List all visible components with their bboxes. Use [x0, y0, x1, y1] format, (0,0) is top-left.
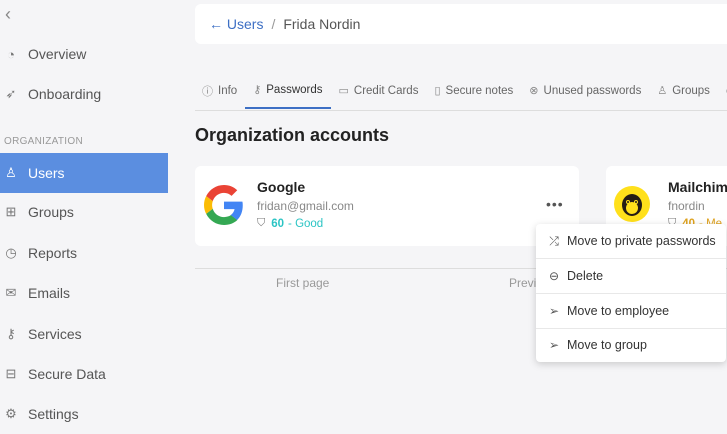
- account-card-google[interactable]: Google fridan@gmail.com ⛉ 60 - Good •••: [195, 166, 579, 246]
- mail-icon: ✉: [5, 285, 17, 300]
- sidebar-item-label: Onboarding: [28, 86, 102, 102]
- sidebar-item-label: Services: [28, 326, 82, 342]
- info-icon: ⓘ: [202, 85, 213, 98]
- tab-passwords[interactable]: ⚷ Passwords: [245, 72, 331, 109]
- menu-item-label: Move to employee: [567, 304, 670, 318]
- breadcrumb-separator: /: [271, 16, 276, 32]
- note-icon: ▯: [434, 85, 441, 97]
- sidebar-item-overview[interactable]: ◔ Overview: [0, 34, 168, 74]
- credit-card-icon: ▭: [338, 85, 349, 97]
- rocket-icon: ➶: [5, 86, 17, 101]
- menu-item-label: Move to private passwords: [567, 234, 716, 248]
- send-icon: ➢: [548, 338, 560, 352]
- menu-item-move-to-private[interactable]: ⤮ Move to private passwords: [536, 224, 726, 258]
- tab-secure-notes[interactable]: ▯ Secure notes: [426, 72, 521, 109]
- sidebar-item-users[interactable]: ♙ Users: [0, 153, 168, 193]
- breadcrumb-back-users[interactable]: ← Users: [209, 16, 263, 32]
- sidebar-item-services[interactable]: ⚷ Services: [0, 314, 168, 354]
- menu-item-move-to-group[interactable]: ➢ Move to group: [536, 328, 726, 362]
- sidebar-item-label: Groups: [28, 204, 74, 220]
- speedometer-icon: ◔: [7, 46, 15, 62]
- tab-unused-passwords[interactable]: ⊗ Unused passwords: [521, 72, 649, 109]
- previous-page-button[interactable]: Previ: [509, 276, 536, 290]
- password-score: ⛉ 60 - Good: [257, 217, 323, 230]
- collapse-chevron-icon[interactable]: ‹: [5, 4, 11, 25]
- groups-icon: ⊞: [5, 204, 17, 219]
- groups-icon: ♙: [657, 85, 668, 97]
- sidebar-item-onboarding[interactable]: ➶ Onboarding: [0, 74, 168, 114]
- clock-icon: ◷: [5, 245, 17, 260]
- tab-label: Credit Cards: [353, 84, 419, 97]
- google-logo: [204, 185, 243, 225]
- sidebar: ‹ ◔ Overview ➶ Onboarding ORGANIZATION ♙…: [0, 0, 168, 422]
- briefcase-icon: ⊟: [5, 366, 17, 381]
- account-name: Mailchim: [668, 179, 727, 195]
- menu-item-label: Delete: [567, 269, 604, 283]
- tab-groups[interactable]: ♙ Groups: [649, 72, 718, 109]
- sidebar-item-emails[interactable]: ✉ Emails: [0, 273, 168, 313]
- x-circle-icon: ⊗: [529, 85, 539, 97]
- sidebar-section-label: ORGANIZATION: [4, 136, 83, 147]
- more-options-icon[interactable]: •••: [546, 196, 564, 212]
- sidebar-item-label: Overview: [28, 46, 87, 62]
- tab-label: Info: [218, 84, 238, 97]
- sidebar-item-settings[interactable]: ⚙ Settings: [0, 394, 168, 434]
- key-icon: ⚷: [6, 326, 16, 341]
- sidebar-item-label: Emails: [28, 285, 71, 301]
- sidebar-item-label: Secure Data: [28, 366, 106, 382]
- mailchimp-logo: [614, 186, 650, 222]
- sidebar-item-reports[interactable]: ◷ Reports: [0, 233, 168, 273]
- minus-circle-icon: ⊖: [548, 269, 560, 283]
- tab-bar: ⓘ Info ⚷ Passwords ▭ Credit Cards ▯ Secu…: [195, 72, 727, 111]
- breadcrumb-current: Frida Nordin: [283, 16, 361, 32]
- breadcrumb: ← Users / Frida Nordin: [195, 4, 727, 44]
- sidebar-item-label: Reports: [28, 245, 78, 261]
- account-username: fnordin: [668, 199, 705, 213]
- sidebar-item-secure-data[interactable]: ⊟ Secure Data: [0, 354, 168, 394]
- account-username: fridan@gmail.com: [257, 199, 354, 213]
- account-name: Google: [257, 179, 306, 195]
- menu-item-move-to-employee[interactable]: ➢ Move to employee: [536, 294, 726, 328]
- key-icon: ⚷: [253, 84, 262, 96]
- menu-item-delete[interactable]: ⊖ Delete: [536, 259, 726, 293]
- menu-item-label: Move to group: [567, 338, 647, 352]
- users-icon: ♙: [5, 165, 17, 180]
- tab-info[interactable]: ⓘ Info: [195, 72, 245, 109]
- tab-credit-cards[interactable]: ▭ Credit Cards: [331, 72, 427, 109]
- send-icon: ➢: [548, 304, 560, 318]
- first-page-button[interactable]: First page: [276, 276, 329, 290]
- context-menu: ⤮ Move to private passwords ⊖ Delete ➢ M…: [536, 224, 726, 362]
- score-label: - Good: [288, 217, 324, 230]
- sidebar-item-label: Users: [28, 165, 65, 181]
- score-value: 60: [271, 217, 285, 230]
- tab-label: Groups: [672, 84, 710, 97]
- tab-label: Passwords: [266, 83, 323, 96]
- tab-more[interactable]: ◷: [718, 72, 727, 109]
- sidebar-item-groups[interactable]: ⊞ Groups: [0, 192, 168, 232]
- tab-label: Secure notes: [445, 84, 514, 97]
- tab-label: Unused passwords: [543, 84, 642, 97]
- shuffle-icon: ⤮: [549, 233, 559, 248]
- shield-icon: ⛉: [257, 217, 266, 229]
- section-title: Organization accounts: [195, 125, 390, 145]
